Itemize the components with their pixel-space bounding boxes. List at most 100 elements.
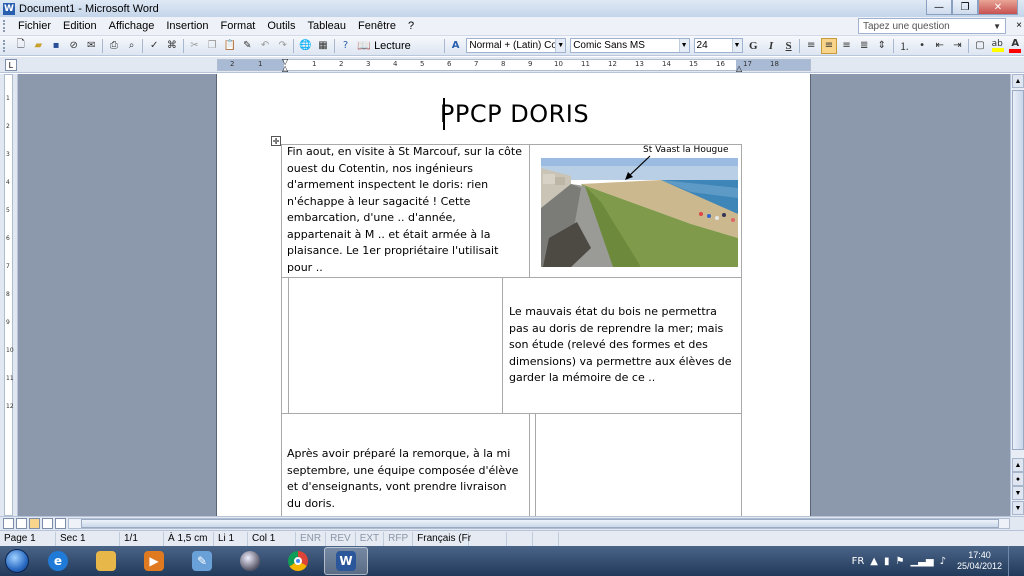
status-page[interactable]: Page 1 (0, 531, 56, 546)
hyperlink-icon[interactable]: 🌐 (297, 38, 313, 54)
outline-view-icon[interactable] (42, 518, 53, 529)
language-indicator[interactable]: FR (852, 556, 865, 567)
menu-affichage[interactable]: Affichage (103, 20, 161, 32)
taskbar-globe[interactable] (228, 547, 272, 575)
close-button[interactable]: ✕ (978, 0, 1018, 15)
chevron-down-icon[interactable]: ▼ (555, 39, 566, 52)
taskbar-media-player[interactable]: ▶ (132, 547, 176, 575)
next-page-icon[interactable]: ▼ (1012, 486, 1024, 500)
status-language[interactable]: Français (Fr (413, 531, 471, 546)
increase-indent-icon[interactable]: ⇥ (950, 38, 966, 54)
table-cell-trailer-text[interactable]: Après avoir préparé la remorque, à la mi… (287, 446, 523, 512)
table-move-handle-icon[interactable]: ✛ (271, 136, 281, 146)
help-icon[interactable]: ? (338, 38, 354, 54)
decrease-indent-icon[interactable]: ⇤ (932, 38, 948, 54)
chevron-down-icon[interactable]: ▼ (731, 39, 742, 52)
horizontal-scroll-thumb[interactable] (81, 519, 999, 528)
taskbar-internet-explorer[interactable]: e (36, 547, 80, 575)
font-size-select[interactable]: 24 ▼ (693, 38, 743, 53)
format-painter-icon[interactable]: ✎ (240, 38, 256, 54)
taskbar-paint[interactable]: ✎ (180, 547, 224, 575)
numbering-icon[interactable]: ⒈ (897, 38, 913, 54)
spelling-icon[interactable]: ✓ (146, 38, 162, 54)
research-icon[interactable]: ⌘ (164, 38, 180, 54)
menu-fenetre[interactable]: Fenêtre (352, 20, 402, 32)
volume-icon[interactable]: ♪ (940, 556, 946, 567)
tab-selector[interactable]: L (5, 59, 17, 71)
toolbar-grip[interactable] (3, 39, 9, 52)
help-search-box[interactable]: Tapez une question ▼ (858, 18, 1006, 34)
status-pages[interactable]: 1/1 (120, 531, 164, 546)
italic-button[interactable]: I (763, 38, 779, 54)
tray-expand-icon[interactable]: ▲ (870, 556, 878, 567)
justify-icon[interactable]: ≣ (856, 38, 872, 54)
scroll-up-icon[interactable]: ▲ (1012, 74, 1024, 88)
underline-button[interactable]: S (781, 38, 797, 54)
cut-icon[interactable]: ✂ (187, 38, 203, 54)
taskbar-word[interactable]: W (324, 547, 368, 575)
permission-icon[interactable]: ⊘ (66, 38, 82, 54)
font-color-icon[interactable]: A (1007, 38, 1023, 54)
highlight-icon[interactable]: ab (990, 38, 1006, 54)
web-view-icon[interactable] (16, 518, 27, 529)
show-desktop-button[interactable] (1008, 546, 1018, 576)
taskbar-file-explorer[interactable] (84, 547, 128, 575)
tray-clock[interactable]: 17:40 25/04/2012 (957, 550, 1002, 572)
previous-page-icon[interactable]: ▲ (1012, 458, 1024, 472)
bold-button[interactable]: G (746, 38, 762, 54)
styles-formatting-icon[interactable]: A (448, 38, 464, 54)
start-button[interactable] (0, 546, 34, 576)
font-select[interactable]: Comic Sans MS ▼ (570, 38, 690, 53)
borders-icon[interactable]: ▢ (972, 38, 988, 54)
bullets-icon[interactable]: • (914, 38, 930, 54)
battery-icon[interactable]: ▮ (884, 556, 890, 567)
status-enr[interactable]: ENR (296, 531, 327, 546)
style-select[interactable]: Normal + (Latin) Comi ▼ (466, 38, 567, 53)
status-section[interactable]: Sec 1 (56, 531, 120, 546)
horizontal-scrollbar[interactable] (68, 518, 1010, 529)
status-spelling[interactable] (469, 531, 508, 546)
align-right-icon[interactable]: ≡ (839, 38, 855, 54)
minimize-button[interactable]: — (926, 0, 952, 15)
email-icon[interactable]: ✉ (83, 38, 99, 54)
right-indent-marker-icon[interactable]: △ (736, 64, 742, 73)
menu-help[interactable]: ? (402, 20, 420, 32)
line-spacing-icon[interactable]: ⇕ (874, 38, 890, 54)
action-center-icon[interactable]: ⚑ (896, 556, 905, 567)
table-cell-intro-text[interactable]: Fin aout, en visite à St Marcouf, sur la… (287, 144, 523, 276)
print-icon[interactable]: ⎙ (106, 38, 122, 54)
menu-fichier[interactable]: Fichier (12, 20, 57, 32)
new-document-icon[interactable]: 🗋 (13, 38, 29, 54)
print-layout-icon[interactable] (29, 518, 40, 529)
menu-insertion[interactable]: Insertion (160, 20, 214, 32)
status-rev[interactable]: REV (326, 531, 356, 546)
chevron-down-icon[interactable]: ▼ (678, 39, 689, 52)
table-cell-state-text[interactable]: Le mauvais état du bois ne permettra pas… (509, 304, 737, 387)
menu-tableau[interactable]: Tableau (302, 20, 353, 32)
status-rfp[interactable]: RFP (384, 531, 414, 546)
taskbar-chrome[interactable] (276, 547, 320, 575)
maximize-button[interactable]: ❐ (952, 0, 978, 15)
reading-view-icon[interactable] (55, 518, 66, 529)
status-position[interactable]: À 1,5 cm (164, 531, 214, 546)
status-ext[interactable]: EXT (356, 531, 385, 546)
align-center-icon[interactable]: ≡ (821, 37, 837, 54)
reading-mode-button[interactable]: 📖 Lecture (354, 39, 413, 53)
tables-icon[interactable]: ▦ (315, 38, 331, 54)
menu-edition[interactable]: Edition (57, 20, 103, 32)
document-page[interactable]: PPCP DORIS ✛ Fin aout, en visite à St Ma… (216, 74, 811, 516)
status-line[interactable]: Li 1 (214, 531, 248, 546)
browse-object-icon[interactable]: ● (1012, 472, 1024, 486)
open-folder-icon[interactable]: ▰ (31, 38, 47, 54)
menu-outils[interactable]: Outils (261, 20, 301, 32)
vertical-scrollbar[interactable]: ▲ ▲ ● ▼ ▼ (1010, 74, 1024, 516)
chevron-down-icon[interactable]: ▼ (993, 22, 1001, 31)
close-document-icon[interactable]: × (1016, 20, 1022, 31)
align-left-icon[interactable]: ≡ (803, 38, 819, 54)
scroll-down-icon[interactable]: ▼ (1012, 501, 1024, 515)
vertical-ruler[interactable]: 1 2 3 4 5 6 7 8 9 10 11 12 (0, 74, 18, 516)
horizontal-ruler[interactable]: 2 1 1 2 3 4 5 6 7 8 9 10 11 12 13 14 15 … (217, 59, 811, 71)
left-indent-marker-icon[interactable]: ▽ △ (282, 58, 288, 73)
document-title[interactable]: PPCP DORIS (217, 100, 812, 128)
redo-icon[interactable]: ↷ (275, 38, 291, 54)
